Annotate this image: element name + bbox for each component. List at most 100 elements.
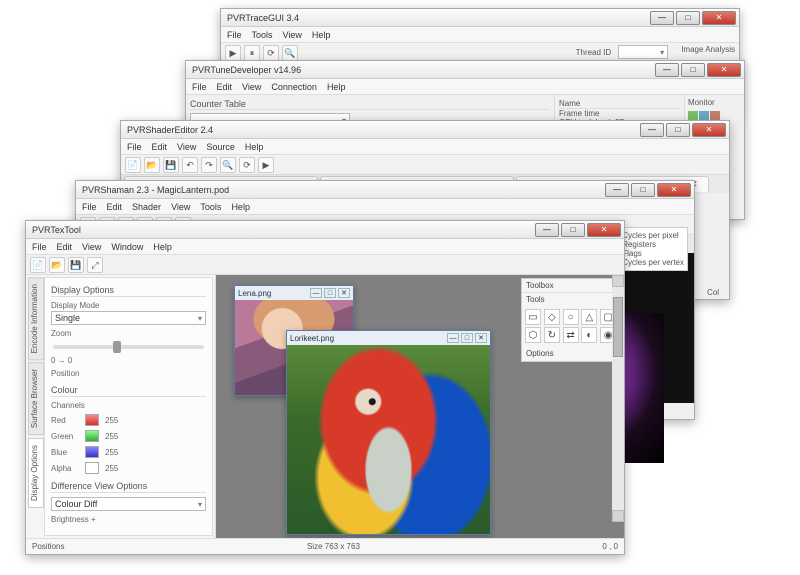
tool-button[interactable]: ⏸	[244, 45, 260, 61]
minimize-button[interactable]: —	[535, 223, 559, 237]
menu-view[interactable]: View	[82, 239, 101, 254]
image-window-lorikeet[interactable]: Lorikeet.png — □ ✕	[286, 330, 491, 535]
menu-file[interactable]: File	[82, 199, 97, 214]
close-button[interactable]: ✕	[702, 11, 736, 25]
tool-button[interactable]: ⟳	[263, 45, 279, 61]
zoom-range: 0 → 0	[51, 356, 206, 365]
tool-hex-icon[interactable]: ⬡	[525, 327, 541, 343]
tool-button[interactable]: 📂	[144, 157, 160, 173]
close-button[interactable]: ✕	[587, 223, 621, 237]
tool-diamond-icon[interactable]: ◇	[544, 309, 560, 325]
channel-toggle-blue[interactable]	[85, 446, 99, 458]
tool-flip-icon[interactable]: ⇄	[563, 327, 579, 343]
maximize-button[interactable]: □	[666, 123, 690, 137]
tool-button[interactable]: ↶	[182, 157, 198, 173]
diff-mode-combo[interactable]: Colour Diff ▾	[51, 497, 206, 511]
close-button[interactable]: ✕	[707, 63, 741, 77]
sub-titlebar[interactable]: Lena.png — □ ✕	[235, 286, 353, 300]
menu-help[interactable]: Help	[312, 27, 331, 42]
close-button[interactable]: ✕	[657, 183, 691, 197]
tool-rect-icon[interactable]: ▭	[525, 309, 541, 325]
minimize-button[interactable]: —	[650, 11, 674, 25]
thread-combo[interactable]: ▾	[618, 45, 668, 59]
tool-circle-icon[interactable]: ○	[563, 309, 579, 325]
menu-file[interactable]: File	[32, 239, 47, 254]
menu-help[interactable]: Help	[327, 79, 346, 94]
slider-thumb[interactable]	[113, 341, 121, 353]
menu-edit[interactable]: Edit	[57, 239, 73, 254]
close-button[interactable]: ✕	[475, 333, 487, 343]
menu-file[interactable]: File	[127, 139, 142, 154]
maximize-button[interactable]: □	[631, 183, 655, 197]
display-mode-combo[interactable]: Single ▾	[51, 311, 206, 325]
menu-view[interactable]: View	[242, 79, 261, 94]
menubar: File Edit Shader View Tools Help	[76, 199, 694, 215]
tool-triangle-icon[interactable]: △	[581, 309, 597, 325]
tool-button[interactable]: ▶	[225, 45, 241, 61]
tool-rotate-icon[interactable]: ↻	[544, 327, 560, 343]
menu-source[interactable]: Source	[206, 139, 235, 154]
menu-help[interactable]: Help	[153, 239, 172, 254]
menu-edit[interactable]: Edit	[152, 139, 168, 154]
tool-button[interactable]: 📄	[125, 157, 141, 173]
field-zoom: Zoom 0 → 0	[51, 329, 206, 365]
maximize-button[interactable]: □	[461, 333, 473, 343]
scroll-thumb[interactable]	[613, 297, 623, 357]
channel-toggle-alpha[interactable]	[85, 462, 99, 474]
open-icon[interactable]: 📂	[49, 257, 65, 273]
zoom-label: Zoom	[51, 329, 206, 338]
tool-button[interactable]: ⤢	[87, 257, 103, 273]
minimize-button[interactable]: —	[655, 63, 679, 77]
search-icon[interactable]: 🔍	[220, 157, 236, 173]
scroll-up-icon[interactable]	[612, 275, 624, 287]
side-tab-surface[interactable]: Surface Browser	[28, 362, 44, 435]
minimize-button[interactable]: —	[605, 183, 629, 197]
menu-help[interactable]: Help	[245, 139, 264, 154]
menu-tools[interactable]: Tools	[200, 199, 221, 214]
channel-toggle-green[interactable]	[85, 430, 99, 442]
close-button[interactable]: ✕	[692, 123, 726, 137]
scroll-track[interactable]	[612, 287, 624, 510]
maximize-button[interactable]: □	[324, 288, 336, 298]
minimize-button[interactable]: —	[310, 288, 322, 298]
mdi-canvas[interactable]: Lena.png — □ ✕ Lorikeet.png — □ ✕	[216, 275, 624, 538]
scrollbar-vertical[interactable]	[612, 275, 624, 522]
menu-view[interactable]: View	[283, 27, 302, 42]
menu-help[interactable]: Help	[231, 199, 250, 214]
menu-file[interactable]: File	[192, 79, 207, 94]
tool-button[interactable]: ↷	[201, 157, 217, 173]
side-tab-encode[interactable]: Encode Information	[28, 277, 44, 360]
menu-view[interactable]: View	[171, 199, 190, 214]
diff-label: Difference View Options	[51, 481, 206, 493]
minimize-button[interactable]: —	[640, 123, 664, 137]
save-icon[interactable]: 💾	[68, 257, 84, 273]
tool-contrast-icon[interactable]: ◐	[581, 327, 597, 343]
menu-edit[interactable]: Edit	[107, 199, 123, 214]
side-tab-display[interactable]: Display Options	[28, 438, 44, 508]
info-item: Cycles per pixel	[622, 231, 684, 240]
search-icon[interactable]: 🔍	[282, 45, 298, 61]
tool-button[interactable]: ⟳	[239, 157, 255, 173]
menu-edit[interactable]: Edit	[217, 79, 233, 94]
new-icon[interactable]: 📄	[30, 257, 46, 273]
titlebar: PVRTuneDeveloper v14.96 — □ ✕	[186, 61, 744, 79]
sub-titlebar[interactable]: Lorikeet.png — □ ✕	[287, 331, 490, 345]
channel-toggle-red[interactable]	[85, 414, 99, 426]
menu-window[interactable]: Window	[111, 239, 143, 254]
tool-button[interactable]: ▶	[258, 157, 274, 173]
maximize-button[interactable]: □	[676, 11, 700, 25]
zoom-slider[interactable]	[53, 345, 204, 349]
scroll-down-icon[interactable]	[612, 510, 624, 522]
menu-shader[interactable]: Shader	[132, 199, 161, 214]
menu-file[interactable]: File	[227, 27, 242, 42]
minimize-button[interactable]: —	[447, 333, 459, 343]
channels-label: Channels	[51, 401, 206, 410]
close-button[interactable]: ✕	[338, 288, 350, 298]
maximize-button[interactable]: □	[561, 223, 585, 237]
menu-connection[interactable]: Connection	[271, 79, 317, 94]
tool-button[interactable]: 💾	[163, 157, 179, 173]
menu-view[interactable]: View	[177, 139, 196, 154]
chevron-down-icon: ▾	[198, 314, 202, 323]
maximize-button[interactable]: □	[681, 63, 705, 77]
menu-tools[interactable]: Tools	[252, 27, 273, 42]
